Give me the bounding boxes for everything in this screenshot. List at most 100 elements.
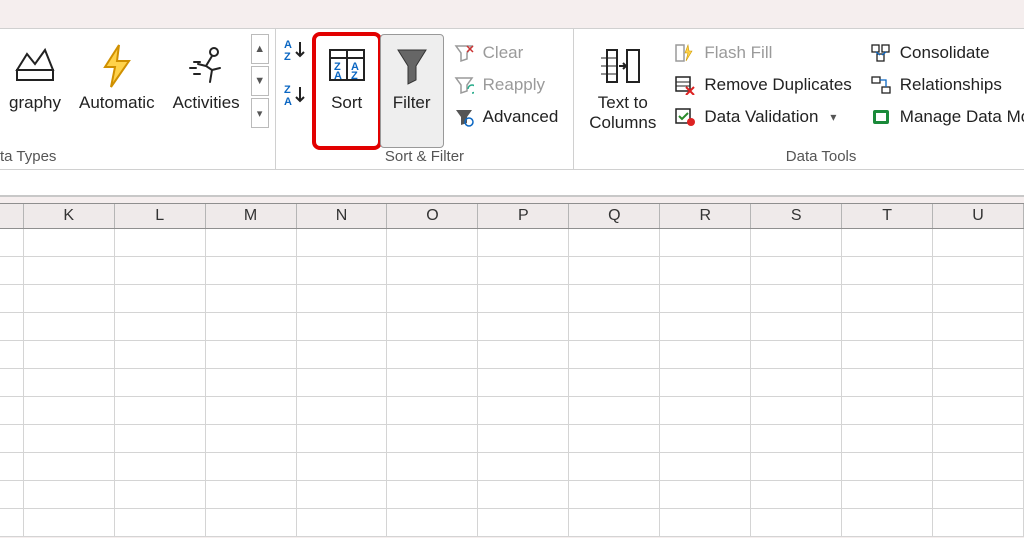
cell[interactable]	[0, 341, 24, 369]
cell[interactable]	[115, 509, 206, 537]
cell[interactable]	[206, 313, 297, 341]
cell[interactable]	[660, 313, 751, 341]
cell[interactable]	[387, 397, 478, 425]
cell[interactable]	[660, 481, 751, 509]
cell[interactable]	[569, 341, 660, 369]
cell[interactable]	[24, 453, 115, 481]
cell[interactable]	[115, 257, 206, 285]
reapply-button[interactable]: Reapply	[446, 70, 566, 100]
geography-button[interactable]: graphy	[0, 34, 70, 148]
cell[interactable]	[933, 425, 1024, 453]
cell[interactable]	[297, 453, 388, 481]
cell[interactable]	[842, 313, 933, 341]
gallery-up-button[interactable]: ▲	[251, 34, 269, 64]
cell[interactable]	[24, 285, 115, 313]
cell[interactable]	[387, 369, 478, 397]
cell[interactable]	[0, 481, 24, 509]
gallery-more-button[interactable]: ▾	[251, 98, 269, 128]
cell[interactable]	[478, 481, 569, 509]
cell[interactable]	[478, 229, 569, 257]
cell[interactable]	[24, 313, 115, 341]
data-validation-button[interactable]: Data Validation ▾	[667, 102, 858, 132]
cell[interactable]	[660, 397, 751, 425]
cell[interactable]	[206, 509, 297, 537]
activities-button[interactable]: Activities	[164, 34, 249, 148]
cell[interactable]	[24, 341, 115, 369]
cell[interactable]	[933, 229, 1024, 257]
cell[interactable]	[933, 453, 1024, 481]
cell[interactable]	[297, 397, 388, 425]
cell[interactable]	[0, 369, 24, 397]
cell[interactable]	[387, 313, 478, 341]
cell[interactable]	[751, 509, 842, 537]
cell[interactable]	[478, 453, 569, 481]
cell[interactable]	[660, 369, 751, 397]
flash-fill-button[interactable]: Flash Fill	[667, 38, 858, 68]
cell[interactable]	[751, 313, 842, 341]
cell[interactable]	[660, 341, 751, 369]
cell[interactable]	[0, 257, 24, 285]
clear-button[interactable]: Clear	[446, 38, 566, 68]
cell[interactable]	[842, 369, 933, 397]
cell[interactable]	[115, 341, 206, 369]
cell[interactable]	[842, 425, 933, 453]
cell[interactable]	[206, 425, 297, 453]
formula-bar[interactable]	[0, 170, 1024, 196]
automatic-button[interactable]: Automatic	[70, 34, 164, 148]
cell[interactable]	[297, 481, 388, 509]
cell[interactable]	[569, 453, 660, 481]
cell[interactable]	[24, 481, 115, 509]
advanced-button[interactable]: Advanced	[446, 102, 566, 132]
cell[interactable]	[24, 257, 115, 285]
sort-desc-button[interactable]: ZA	[284, 83, 310, 110]
cell[interactable]	[933, 341, 1024, 369]
cell[interactable]	[478, 397, 569, 425]
column-header[interactable]: U	[933, 204, 1024, 228]
cell[interactable]	[297, 509, 388, 537]
cell[interactable]	[297, 229, 388, 257]
cell[interactable]	[387, 481, 478, 509]
cell[interactable]	[751, 257, 842, 285]
cell[interactable]	[297, 341, 388, 369]
cell[interactable]	[297, 313, 388, 341]
cell[interactable]	[660, 453, 751, 481]
cell[interactable]	[115, 369, 206, 397]
column-header[interactable]	[0, 204, 24, 228]
cell[interactable]	[751, 481, 842, 509]
cell[interactable]	[933, 313, 1024, 341]
cell[interactable]	[751, 453, 842, 481]
cell[interactable]	[297, 369, 388, 397]
sort-button[interactable]: ZAAZ Sort	[314, 34, 380, 148]
cell[interactable]	[0, 397, 24, 425]
cell[interactable]	[387, 425, 478, 453]
cell[interactable]	[297, 257, 388, 285]
cell[interactable]	[660, 229, 751, 257]
relationships-button[interactable]: Relationships	[863, 70, 1024, 100]
cell[interactable]	[478, 509, 569, 537]
cell[interactable]	[660, 257, 751, 285]
column-header[interactable]: Q	[569, 204, 660, 228]
cell[interactable]	[24, 369, 115, 397]
column-header[interactable]: T	[842, 204, 933, 228]
gallery-down-button[interactable]: ▼	[251, 66, 269, 96]
cell[interactable]	[115, 453, 206, 481]
cell[interactable]	[933, 509, 1024, 537]
cell[interactable]	[751, 425, 842, 453]
cell[interactable]	[115, 313, 206, 341]
cell[interactable]	[569, 481, 660, 509]
cell[interactable]	[842, 229, 933, 257]
cell[interactable]	[478, 369, 569, 397]
cell[interactable]	[115, 285, 206, 313]
remove-duplicates-button[interactable]: Remove Duplicates	[667, 70, 858, 100]
cell[interactable]	[933, 285, 1024, 313]
cell[interactable]	[933, 481, 1024, 509]
cell[interactable]	[478, 257, 569, 285]
cell[interactable]	[115, 481, 206, 509]
cell[interactable]	[751, 285, 842, 313]
cell[interactable]	[297, 425, 388, 453]
cell[interactable]	[387, 453, 478, 481]
cell[interactable]	[933, 257, 1024, 285]
cell[interactable]	[751, 229, 842, 257]
cell[interactable]	[569, 425, 660, 453]
text-to-columns-button[interactable]: Text to Columns	[580, 34, 665, 148]
